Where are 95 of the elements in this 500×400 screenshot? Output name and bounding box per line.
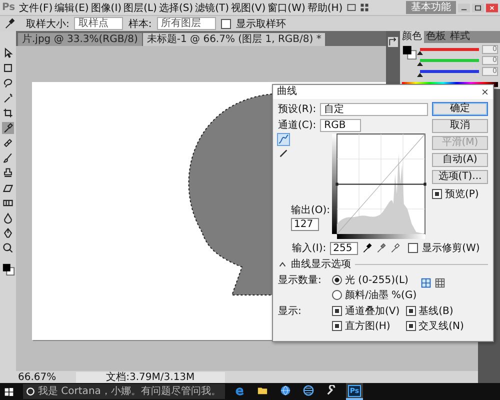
menu-item[interactable]: 窗口(W) xyxy=(268,0,306,14)
windows-logo-icon[interactable] xyxy=(4,386,14,396)
dialog-button[interactable]: 自动(A) xyxy=(432,153,488,167)
sample-size-dropdown[interactable]: 取样点 xyxy=(74,17,124,30)
pencil-icon[interactable] xyxy=(278,147,289,158)
eyedropper-icon[interactable] xyxy=(2,122,14,134)
panel-tab[interactable]: 颜色 xyxy=(400,31,424,43)
magnifier-icon[interactable] xyxy=(2,242,14,254)
marquee-icon[interactable] xyxy=(2,62,14,74)
document-size: 文档:3.79M/3.13M xyxy=(76,372,225,382)
checkbox[interactable] xyxy=(406,321,416,331)
curve-tool-icon[interactable] xyxy=(278,134,289,145)
simple-grid-icon[interactable] xyxy=(420,278,431,288)
radio-label: 颜料/油墨 %(G) xyxy=(345,288,417,302)
output-label: 输出(O): xyxy=(291,204,330,217)
folder-icon[interactable] xyxy=(257,385,268,396)
crop-icon[interactable] xyxy=(2,107,14,119)
globe-icon[interactable] xyxy=(303,385,314,396)
checkbox-label: 显示修剪(W) xyxy=(422,242,480,255)
eyedropper-icon[interactable] xyxy=(376,243,386,253)
swirl-icon[interactable] xyxy=(234,385,245,396)
checkbox-label: 预览(P) xyxy=(445,188,479,201)
checkbox-label: 通道叠加(V) xyxy=(345,304,400,318)
sample-label: 样本: xyxy=(128,18,152,30)
checkbox[interactable] xyxy=(332,306,342,316)
radio-button[interactable] xyxy=(332,290,342,300)
sample-size-label: 取样大小: xyxy=(26,18,70,30)
radio-label: 光 (0-255)(L) xyxy=(345,274,408,287)
menu-item[interactable]: 选择(S) xyxy=(158,0,194,14)
eyedropper-icon[interactable] xyxy=(390,243,400,253)
menu-item[interactable]: 图像(I) xyxy=(90,0,122,14)
pen-nib-icon[interactable] xyxy=(2,227,14,239)
minimize-icon[interactable] xyxy=(458,2,470,12)
app-logo: Ps xyxy=(2,2,16,13)
sample-dropdown[interactable]: 所有图层 xyxy=(156,17,216,30)
dialog-title: 曲线 xyxy=(277,86,297,98)
document-tab[interactable]: 未标题-1 @ 66.7% (图层 1, RGB/8) * xyxy=(142,33,326,46)
close-icon[interactable] xyxy=(481,88,489,96)
restore-icon[interactable] xyxy=(472,2,484,12)
checkbox[interactable] xyxy=(332,321,342,331)
dialog-button[interactable]: 取消 xyxy=(432,119,488,133)
preset-label: 预设(R): xyxy=(278,103,316,116)
menu-item[interactable]: 文件(F) xyxy=(19,0,53,14)
collapse-caret-icon[interactable] xyxy=(278,260,287,268)
slider-thumb[interactable] xyxy=(417,73,423,77)
dialog-button[interactable]: 选项(T)... xyxy=(432,170,488,184)
menu-item[interactable]: 视图(V) xyxy=(231,0,266,14)
checkbox-label: 基线(B) xyxy=(418,304,454,318)
zoom-level: 66.67% xyxy=(18,372,56,382)
bandage-icon[interactable] xyxy=(2,137,14,149)
checkbox-label: 交叉线(N) xyxy=(418,320,464,333)
eyedropper-icon[interactable] xyxy=(4,18,15,29)
panel-tab[interactable]: 样式 xyxy=(448,31,472,43)
menu-item[interactable]: 帮助(H) xyxy=(307,0,343,14)
circle-icon xyxy=(26,387,35,396)
search-field[interactable]: 我是 Cortana，小娜。有问题尽管问我。 xyxy=(23,384,225,399)
brush-icon[interactable] xyxy=(2,152,14,164)
detailed-grid-icon[interactable] xyxy=(434,278,445,288)
move-arrow-icon[interactable] xyxy=(2,47,14,59)
dialog-button[interactable]: 确定 xyxy=(432,102,488,116)
section-title: 曲线显示选项 xyxy=(291,258,351,271)
input-label: 输入(I): xyxy=(292,242,326,255)
checkbox[interactable] xyxy=(408,243,418,253)
grid-icon[interactable] xyxy=(360,3,369,12)
checkbox-label: 显示取样环 xyxy=(236,18,286,30)
lasso-icon[interactable] xyxy=(2,77,14,89)
slider-thumb[interactable] xyxy=(417,51,423,55)
output-field[interactable]: 127 xyxy=(291,218,319,231)
channel-dropdown[interactable]: RGB xyxy=(320,118,361,132)
panel-tab[interactable]: 色板 xyxy=(424,31,448,43)
magic-wand-icon[interactable] xyxy=(2,92,14,104)
channel-label: 通道(C): xyxy=(278,118,316,132)
color-swatches-icon[interactable] xyxy=(402,45,417,60)
screen-mode-icon[interactable] xyxy=(346,3,356,12)
checkbox[interactable] xyxy=(432,189,442,199)
stamp-icon[interactable] xyxy=(2,167,14,179)
eyedropper-icon[interactable] xyxy=(362,243,372,253)
eraser-icon[interactable] xyxy=(2,182,14,194)
checkbox-label: 直方图(H) xyxy=(345,320,390,333)
gradient-icon[interactable] xyxy=(2,197,14,209)
document-tab[interactable]: 片.jpg @ 33.3%(RGB/8) xyxy=(18,33,142,46)
amount-label: 显示数量: xyxy=(278,274,322,287)
menu-item[interactable]: 滤镜(T) xyxy=(195,0,230,14)
color-swatches-icon[interactable] xyxy=(2,263,14,276)
menu-item[interactable]: 图层(L) xyxy=(124,0,157,14)
checkbox[interactable] xyxy=(406,306,416,316)
checkbox[interactable] xyxy=(220,18,231,28)
radio-button[interactable] xyxy=(332,275,342,285)
menu-item[interactable]: 编辑(E) xyxy=(54,0,89,14)
show-label: 显示: xyxy=(278,305,302,318)
curve-graph[interactable] xyxy=(337,134,426,234)
drop-icon[interactable] xyxy=(2,212,14,224)
preset-dropdown[interactable]: 自定 xyxy=(320,102,428,116)
slider-thumb[interactable] xyxy=(417,62,423,66)
input-field[interactable]: 255 xyxy=(330,242,358,254)
